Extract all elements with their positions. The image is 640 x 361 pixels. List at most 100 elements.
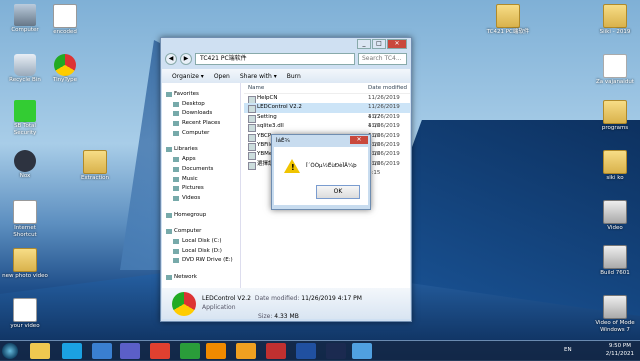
desktop-icon-label: Video of Mode Windows 7: [595, 320, 635, 333]
desktop-icon-label: programs: [601, 125, 629, 131]
column-name[interactable]: Name: [248, 83, 264, 93]
dialog-close-button[interactable]: ✕: [350, 136, 368, 144]
file-name: LEDControl V2.2: [257, 104, 302, 111]
message-dialog: ÌáÊ¾ ✕ ! Î´ÕÒµ½ËùÐèÎÄ¼þ OK: [271, 134, 371, 210]
taskbar: EN 9:50 PM 2/11/2021: [0, 340, 640, 361]
organize-button[interactable]: Organize ▾: [172, 73, 204, 80]
app-taskbar-icon[interactable]: [296, 343, 316, 359]
burn-button[interactable]: Burn: [287, 73, 301, 80]
videos-icon: [173, 195, 179, 201]
desktop-icon-label: Nox: [19, 173, 31, 179]
back-button[interactable]: ◀: [165, 53, 177, 65]
desktop-icon-your-video[interactable]: your video: [2, 298, 48, 330]
desktop-icon-new-photo-video[interactable]: new photo video: [2, 248, 48, 280]
details-size: 4.33 MB: [274, 313, 299, 320]
nav-item[interactable]: Local Disk (C:): [162, 237, 240, 247]
desktop-icon-label: Internet Shortcut: [13, 225, 37, 238]
chrome-taskbar-icon[interactable]: [150, 343, 170, 359]
nav-item[interactable]: Documents: [162, 165, 240, 175]
nav-item[interactable]: Pictures: [162, 184, 240, 194]
desktop-icon-video-of-mode-windows-7[interactable]: Video of Mode Windows 7: [592, 295, 638, 333]
explorer-taskbar-icon[interactable]: [30, 343, 50, 359]
desktop-icon-label: encoded: [53, 29, 77, 35]
pdf-icon: [603, 54, 627, 78]
column-date[interactable]: Date modified: [368, 83, 407, 93]
nav-item[interactable]: Local Disk (D:): [162, 247, 240, 257]
word-taskbar-icon[interactable]: [92, 343, 112, 359]
desktop-icon-za-vajanaidut[interactable]: Za vajanaidut: [592, 54, 638, 86]
ok-button[interactable]: OK: [316, 185, 360, 199]
desktop-icon-tinytype[interactable]: TinyType: [42, 54, 88, 84]
desktop-icon-sb-total-security[interactable]: SB Total Security: [2, 100, 48, 136]
trash-icon: [14, 54, 36, 76]
nav-item[interactable]: DVD RW Drive (E:): [162, 256, 240, 266]
nav-favorites[interactable]: Favorites: [162, 90, 240, 100]
details-size-label: Size:: [258, 313, 273, 320]
minimize-button[interactable]: _: [357, 39, 371, 49]
teams-taskbar-icon[interactable]: [120, 343, 140, 359]
desktop-icon-internet-shortcut[interactable]: Internet Shortcut: [2, 200, 48, 238]
firefox-taskbar-icon[interactable]: [236, 343, 256, 359]
maximize-button[interactable]: □: [372, 39, 386, 49]
utorrent-taskbar-icon[interactable]: [180, 343, 200, 359]
skype-taskbar-icon[interactable]: [62, 343, 82, 359]
nav-homegroup[interactable]: Homegroup: [162, 211, 240, 221]
documents-icon: [173, 166, 179, 172]
desktop-icon-label: SB Total Security: [13, 123, 37, 136]
warning-mark: !: [291, 163, 295, 172]
close-button[interactable]: ✕: [387, 39, 407, 49]
nav-computer[interactable]: Computer: [162, 227, 240, 237]
nav-item[interactable]: Recent Places: [162, 119, 240, 129]
file-name: Setting: [257, 113, 277, 120]
chrome-taskbar-icon[interactable]: [352, 343, 372, 359]
desktop-icon-encoded[interactable]: encoded: [42, 4, 88, 36]
nav-item[interactable]: Apps: [162, 155, 240, 165]
nav-item[interactable]: Downloads: [162, 109, 240, 119]
photoshop-taskbar-icon[interactable]: [326, 343, 346, 359]
music-icon: [173, 176, 179, 182]
desktop-icon-tc421-pc[interactable]: TC421 PC端软件: [485, 4, 531, 36]
navigation-pane: Favorites Desktop Downloads Recent Place…: [162, 83, 241, 288]
file-row[interactable]: sqlite3.dll 11/26/2019 4:16: [244, 122, 410, 139]
details-name: LEDControl V2.2: [202, 295, 251, 302]
clock[interactable]: 9:50 PM 2/11/2021: [606, 342, 634, 358]
address-bar[interactable]: TC421 PC端软件: [195, 53, 355, 65]
desktop-icon-siki-ko[interactable]: siki ko: [592, 150, 638, 182]
title-bar[interactable]: _ □ ✕: [161, 38, 411, 52]
open-button[interactable]: Open: [214, 73, 230, 80]
nav-item[interactable]: Computer: [162, 129, 240, 139]
desktop-icon-label: Za vajanaidut: [596, 79, 634, 85]
language-indicator[interactable]: EN: [564, 347, 572, 353]
details-type: Application: [202, 304, 236, 311]
video-icon: [603, 200, 627, 224]
media-taskbar-icon[interactable]: [266, 343, 286, 359]
desktop-icon-extraction[interactable]: Extraction: [72, 150, 118, 182]
search-input[interactable]: Search TC4...: [358, 53, 407, 65]
pictures-icon: [173, 186, 179, 192]
network-icon: [166, 275, 172, 280]
nav-item[interactable]: Music: [162, 175, 240, 185]
nav-item[interactable]: Videos: [162, 194, 240, 204]
details-modified-label: Date modified:: [254, 295, 300, 302]
library-icon: [166, 147, 172, 153]
video-icon: [603, 245, 627, 269]
vlc-taskbar-icon[interactable]: [206, 343, 226, 359]
desktop-icon-programs[interactable]: programs: [592, 100, 638, 132]
desktop-icon-label: Extraction: [80, 175, 110, 181]
file-row[interactable]: LEDControl V2.2 11/26/2019 4:17: [244, 103, 410, 120]
forward-button[interactable]: ▶: [180, 53, 192, 65]
file-row[interactable]: HelpCN11/26/2019 4:15: [244, 94, 410, 110]
desktop-icon-nox[interactable]: Nox: [2, 150, 48, 180]
nav-item[interactable]: Desktop: [162, 100, 240, 110]
nav-libraries[interactable]: Libraries: [162, 145, 240, 155]
file-row[interactable]: Setting 11/26/2019 4:16: [244, 113, 410, 129]
desktop-icon-video[interactable]: Video: [592, 200, 638, 232]
start-button[interactable]: [2, 343, 18, 359]
desktop-icon-label: TinyType: [52, 77, 78, 83]
desktop-icon-build-7601[interactable]: Build 7601: [592, 245, 638, 277]
desktop-icon-siiki-2019[interactable]: Siiki - 2019: [592, 4, 638, 36]
details-modified: 11/26/2019 4:17 PM: [301, 295, 362, 302]
nav-network[interactable]: Network: [162, 273, 240, 283]
share-with-button[interactable]: Share with ▾: [240, 73, 277, 80]
desktop-icon-label: TC421 PC端软件: [486, 29, 530, 35]
